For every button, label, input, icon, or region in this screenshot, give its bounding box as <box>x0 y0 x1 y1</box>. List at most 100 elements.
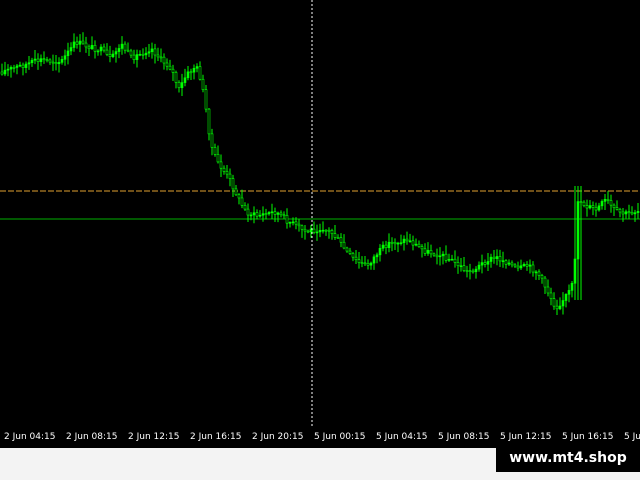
candle-body <box>90 45 94 50</box>
time-axis-label: 5 Jun 2 <box>624 432 640 442</box>
price-chart[interactable] <box>0 0 640 426</box>
candle-body <box>270 211 274 214</box>
candle-body <box>189 71 193 74</box>
candle-body <box>435 254 439 258</box>
candle-body <box>522 264 526 267</box>
candle-body <box>543 277 547 288</box>
candle-body <box>168 65 172 70</box>
candle-body <box>246 208 250 216</box>
candle-body <box>594 207 598 211</box>
candle-body <box>603 199 607 202</box>
candle-body <box>231 178 235 190</box>
candle-body <box>54 62 58 65</box>
candle-body <box>531 264 535 273</box>
candle-body <box>324 229 328 232</box>
candle-body <box>627 211 631 214</box>
candle-body <box>282 214 286 217</box>
candle-body <box>504 260 508 265</box>
candle-body <box>156 54 160 58</box>
candle-body <box>6 68 10 71</box>
candle-body <box>402 238 406 243</box>
candle-body <box>414 243 418 246</box>
candle-body <box>120 43 124 49</box>
candle-body <box>18 64 22 67</box>
candle-body <box>423 248 427 254</box>
candle-body <box>222 167 226 172</box>
candle-body <box>471 270 475 273</box>
candle-body <box>501 260 505 262</box>
candle-body <box>66 50 70 57</box>
candle-body <box>612 204 616 208</box>
candle-body <box>552 298 556 307</box>
candle-body <box>234 188 238 196</box>
candle-body <box>345 247 349 252</box>
candle-body <box>48 59 52 63</box>
candle-body <box>519 265 523 269</box>
candle-body <box>87 46 91 50</box>
chart-canvas[interactable] <box>0 0 640 426</box>
candle-body <box>9 67 13 70</box>
candle-body <box>15 65 19 68</box>
candle-body <box>528 264 532 267</box>
candle-body <box>591 205 595 208</box>
candle-body <box>297 223 301 227</box>
candle-body <box>429 250 433 255</box>
candle-body <box>489 256 493 262</box>
time-axis-label: 5 Jun 12:15 <box>500 432 552 442</box>
candle-body <box>564 293 568 301</box>
candle-body <box>357 259 361 263</box>
candle-body <box>366 263 370 266</box>
candle-body <box>330 230 334 234</box>
candle-body <box>276 212 280 215</box>
candle-body <box>84 42 88 48</box>
time-axis-label: 2 Jun 04:15 <box>4 432 56 442</box>
watermark: www.mt4.shop <box>496 444 640 472</box>
candle-body <box>21 64 25 68</box>
candle-body <box>561 300 565 307</box>
candle-body <box>618 209 622 213</box>
candle-body <box>78 40 82 45</box>
candle-body <box>480 262 484 266</box>
candle-body <box>303 228 307 232</box>
candle-body <box>141 53 145 56</box>
candle-body <box>381 244 385 249</box>
candle-body <box>102 46 106 51</box>
candle-body <box>597 205 601 211</box>
time-axis-label: 5 Jun 00:15 <box>314 432 366 442</box>
candle-body <box>138 53 142 56</box>
candle-body <box>441 253 445 257</box>
candle-body <box>495 256 499 259</box>
candle-body <box>42 58 46 60</box>
candle-body <box>606 199 610 201</box>
candle-body <box>537 271 541 276</box>
candle-body <box>474 268 478 272</box>
candle-body <box>285 215 289 224</box>
candle-body <box>153 48 157 56</box>
candle-body <box>555 305 559 310</box>
candle-body <box>558 305 562 310</box>
candle-body <box>636 211 640 213</box>
candle-body <box>588 205 592 209</box>
candle-body <box>300 225 304 230</box>
candle-body <box>135 54 139 60</box>
candle-body <box>534 271 538 274</box>
candle-body <box>378 248 382 256</box>
candle-body <box>249 214 253 217</box>
time-axis-label: 5 Jun 08:15 <box>438 432 490 442</box>
candle-body <box>207 108 211 135</box>
candle-body <box>549 292 553 299</box>
candle-body <box>576 201 580 260</box>
candle-body <box>333 233 337 238</box>
candle-body <box>45 59 49 61</box>
candle-body <box>315 231 319 234</box>
candle-body <box>624 211 628 215</box>
candle-body <box>339 237 343 243</box>
candle-body <box>288 222 292 224</box>
candle-body <box>24 63 28 68</box>
candle-body <box>516 265 520 269</box>
candle-body <box>201 78 205 90</box>
candle-body <box>12 67 16 69</box>
time-axis-label: 5 Jun 16:15 <box>562 432 614 442</box>
candle-body <box>462 265 466 271</box>
candle-body <box>123 43 127 51</box>
